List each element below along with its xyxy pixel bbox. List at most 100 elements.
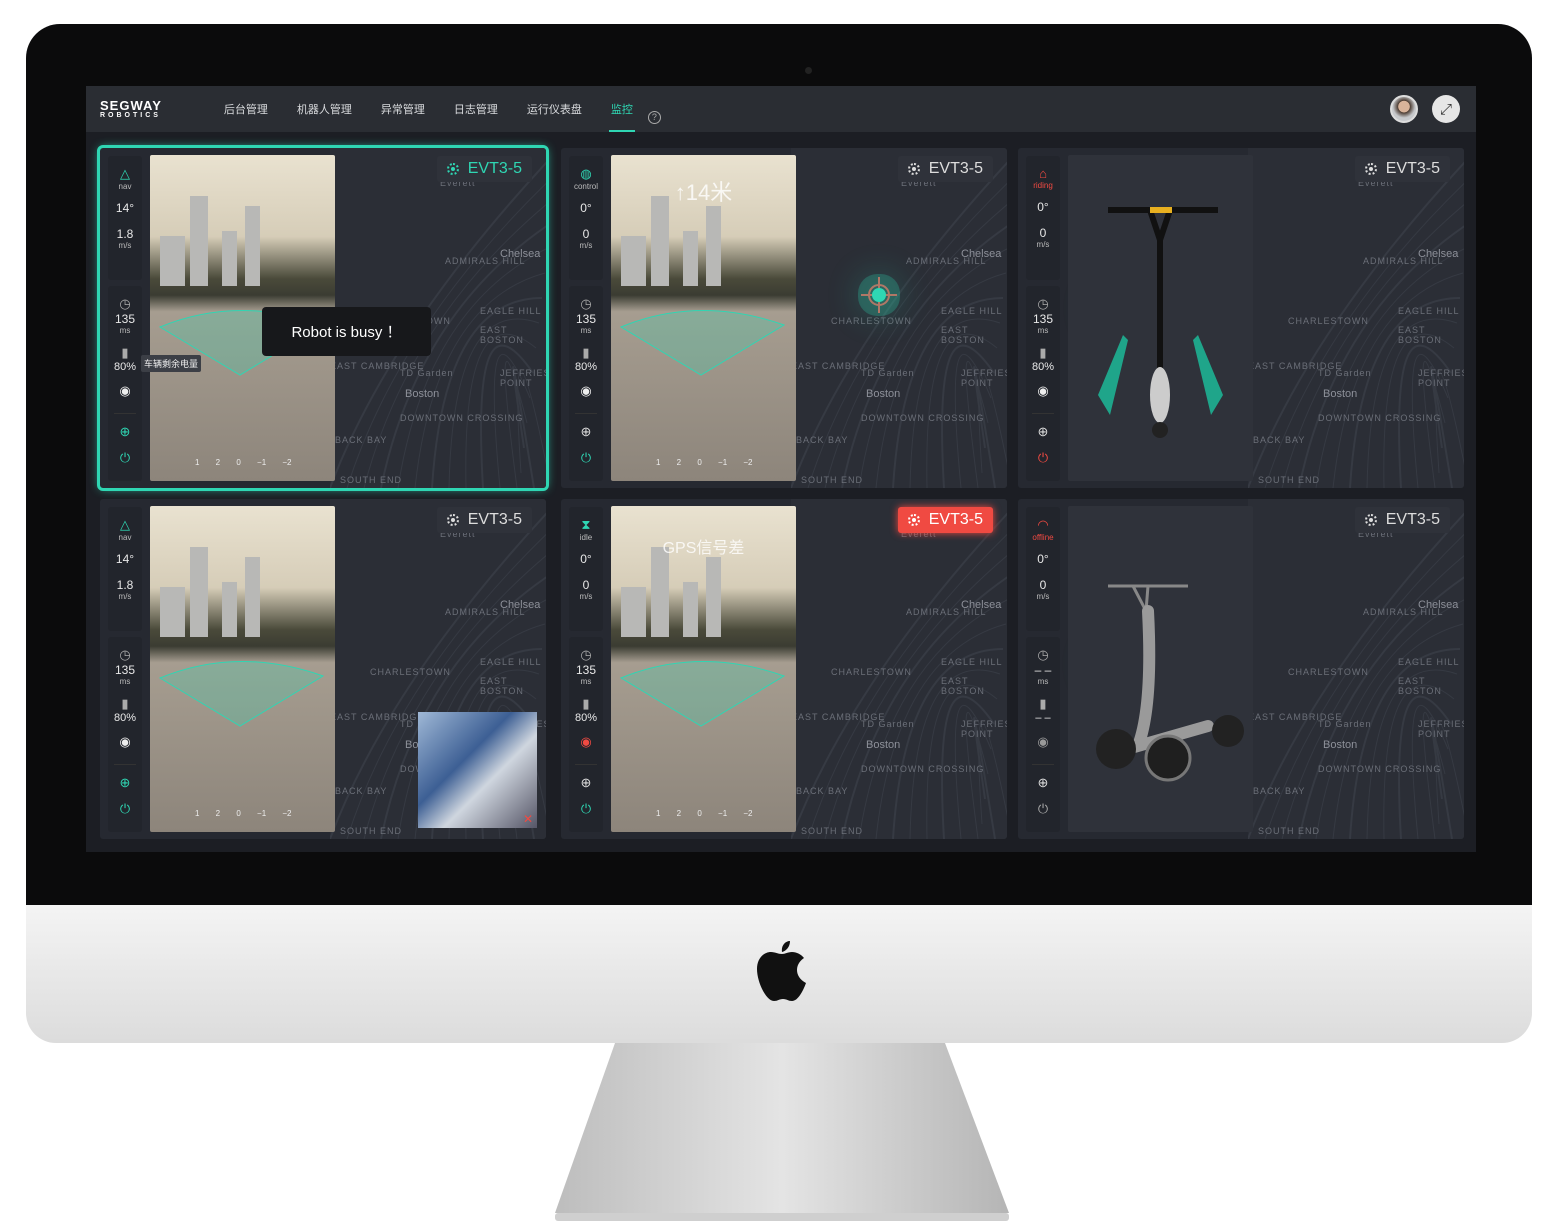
battery-value[interactable]: 80% bbox=[569, 361, 603, 373]
map-label-admirals: ADMIRALS HILL bbox=[1363, 607, 1444, 617]
power-button[interactable]: ⏻ bbox=[108, 450, 142, 466]
map-label-jeffries: JEFFRIES POINT bbox=[961, 719, 1007, 739]
battery-value[interactable]: 80% bbox=[1026, 361, 1060, 373]
power-icon: ⏻ bbox=[1037, 801, 1049, 816]
latency-value: 135 bbox=[114, 312, 136, 326]
robot-panel[interactable]: EverettChelseaADMIRALS HILLCHARLESTOWNEA… bbox=[561, 499, 1007, 839]
latency-clock-icon: ◷ bbox=[119, 296, 131, 311]
power-button[interactable]: ⏻ bbox=[569, 801, 603, 817]
map-label-eagle: EAGLE HILL bbox=[480, 657, 542, 667]
nav-tab-4[interactable]: 运行仪表盘 bbox=[527, 86, 582, 132]
nav-tab-3[interactable]: 日志管理 bbox=[454, 86, 498, 132]
latency-clock-icon: ◷ bbox=[119, 647, 131, 662]
map-label-admirals: ADMIRALS HILL bbox=[1363, 256, 1444, 266]
robot-panel[interactable]: EverettChelseaADMIRALS HILLCHARLESTOWNEA… bbox=[1018, 499, 1464, 839]
zoom-in-button[interactable]: ⊕ bbox=[108, 775, 142, 791]
map-label-eastboston: EAST BOSTON bbox=[941, 676, 985, 696]
zoom-in-icon: ⊕ bbox=[1037, 424, 1049, 439]
robot-name-tag[interactable]: EVT3-5 bbox=[1354, 507, 1450, 533]
navigation-arrow-icon: △ bbox=[120, 517, 130, 532]
power-button[interactable]: ⏻ bbox=[1026, 801, 1060, 817]
map-label-southend: SOUTH END bbox=[1258, 475, 1321, 485]
power-button[interactable]: ⏻ bbox=[108, 801, 142, 817]
heading-value: 0° bbox=[580, 552, 592, 566]
zoom-in-button[interactable]: ⊕ bbox=[1026, 424, 1060, 440]
power-button[interactable]: ⏻ bbox=[569, 450, 603, 466]
close-icon[interactable]: ✕ bbox=[523, 812, 533, 826]
gps-satellite-icon: ◉ bbox=[1037, 383, 1049, 398]
map-label-tdgarden: TD Garden bbox=[400, 368, 454, 378]
map-view[interactable]: EverettChelseaADMIRALS HILLCHARLESTOWNEA… bbox=[1248, 148, 1464, 488]
nav-tab-1[interactable]: 机器人管理 bbox=[297, 86, 352, 132]
mode-label: nav bbox=[118, 182, 132, 191]
latency-unit: ms bbox=[580, 326, 592, 335]
map-label-downtown: DOWNTOWN CROSSING bbox=[1318, 764, 1442, 774]
camera-feed[interactable]: GPS信号差 1 2 0 −1 −2 bbox=[611, 506, 796, 832]
power-button[interactable]: ⏻ bbox=[1026, 450, 1060, 466]
zoom-in-icon: ⊕ bbox=[119, 424, 131, 439]
power-icon: ⏻ bbox=[1037, 450, 1049, 465]
status-dot-icon bbox=[907, 514, 920, 526]
motion-status-card: △ nav 14° 1.8 m/s bbox=[108, 507, 142, 631]
speed-unit: m/s bbox=[579, 241, 593, 250]
latency-unit: ms bbox=[1037, 677, 1049, 686]
camera-feed[interactable]: ↑14米 1 2 0 −1 −2 bbox=[611, 155, 796, 481]
map-label-downtown: DOWNTOWN CROSSING bbox=[1318, 413, 1442, 423]
user-avatar[interactable] bbox=[1390, 95, 1418, 123]
gps-warning-overlay: GPS信号差 bbox=[662, 540, 745, 557]
speed-value: 0 bbox=[582, 227, 590, 241]
latency-unit: ms bbox=[119, 326, 131, 335]
nav-tab-2[interactable]: 异常管理 bbox=[381, 86, 425, 132]
robot-panel[interactable]: EverettChelseaADMIRALS HILLCHARLESTOWNEA… bbox=[97, 145, 549, 491]
zoom-in-icon: ⊕ bbox=[580, 775, 592, 790]
zoom-in-button[interactable]: ⊕ bbox=[1026, 775, 1060, 791]
zoom-in-button[interactable]: ⊕ bbox=[108, 424, 142, 440]
robot-name-tag[interactable]: EVT3-5 bbox=[436, 156, 532, 182]
latency-clock-icon: ◷ bbox=[580, 647, 592, 662]
map-view[interactable]: EverettChelseaADMIRALS HILLCHARLESTOWNEA… bbox=[791, 148, 1007, 488]
map-label-charlestown: CHARLESTOWN bbox=[831, 667, 912, 677]
help-icon[interactable]: ? bbox=[647, 110, 661, 124]
map-label-admirals: ADMIRALS HILL bbox=[445, 607, 526, 617]
nav-tab-5[interactable]: 监控 bbox=[608, 86, 635, 132]
map-view[interactable]: EverettChelseaADMIRALS HILLCHARLESTOWNEA… bbox=[1248, 499, 1464, 839]
battery-value[interactable]: – – bbox=[1026, 712, 1060, 724]
nav-tab-0[interactable]: 后台管理 bbox=[224, 86, 268, 132]
steering-scale: 1 2 0 −1 −2 bbox=[656, 458, 753, 467]
battery-value[interactable]: 80% bbox=[108, 712, 142, 724]
path-zone-overlay bbox=[619, 661, 786, 727]
map-label-jeffries: JEFFRIES POINT bbox=[1418, 368, 1464, 388]
map-view[interactable]: EverettChelseaADMIRALS HILLCHARLESTOWNEA… bbox=[791, 499, 1007, 839]
speed-value: 0 bbox=[1039, 226, 1047, 240]
robot-name-tag[interactable]: EVT3-5 bbox=[436, 507, 532, 533]
map-label-tdgarden: TD Garden bbox=[861, 719, 915, 729]
mode-label: nav bbox=[118, 533, 132, 542]
battery-value[interactable]: 80% bbox=[108, 361, 142, 373]
path-zone-overlay bbox=[619, 310, 786, 376]
power-icon: ⏻ bbox=[119, 801, 131, 816]
map-label-charlestown: CHARLESTOWN bbox=[831, 316, 912, 326]
zoom-in-button[interactable]: ⊕ bbox=[569, 775, 603, 791]
latency-unit: ms bbox=[580, 677, 592, 686]
heading-value: 0° bbox=[1037, 200, 1049, 214]
robot-name-tag[interactable]: EVT3-5 bbox=[897, 156, 993, 182]
segway-logo[interactable]: SEGWAY ROBOTICS bbox=[100, 99, 162, 119]
zoom-in-button[interactable]: ⊕ bbox=[569, 424, 603, 440]
robot-panel[interactable]: EverettChelseaADMIRALS HILLCHARLESTOWNEA… bbox=[1018, 148, 1464, 488]
robot-location-marker[interactable] bbox=[872, 288, 886, 302]
latency-value: – – bbox=[1034, 663, 1052, 677]
camera-feed[interactable]: 1 2 0 −1 −2 bbox=[150, 506, 335, 832]
robot-panel[interactable]: EverettChelseaADMIRALS HILLCHARLESTOWNEA… bbox=[100, 499, 546, 839]
battery-icon: ▮ bbox=[582, 345, 590, 360]
mode-label: riding bbox=[1033, 181, 1053, 190]
battery-value[interactable]: 80% bbox=[569, 712, 603, 724]
picture-in-picture-feed[interactable]: ✕ bbox=[418, 712, 537, 828]
wifi-offline-icon: ◠ bbox=[1037, 517, 1049, 532]
robot-name-tag[interactable]: EVT3-5 bbox=[897, 507, 993, 533]
latency-clock-icon: ◷ bbox=[580, 296, 592, 311]
speed-unit: m/s bbox=[1036, 592, 1050, 601]
fullscreen-expand-icon[interactable]: ⤢ bbox=[1432, 95, 1460, 123]
robot-name-tag[interactable]: EVT3-5 bbox=[1354, 156, 1450, 182]
robot-panel[interactable]: EverettChelseaADMIRALS HILLCHARLESTOWNEA… bbox=[561, 148, 1007, 488]
map-label-admirals: ADMIRALS HILL bbox=[906, 607, 987, 617]
